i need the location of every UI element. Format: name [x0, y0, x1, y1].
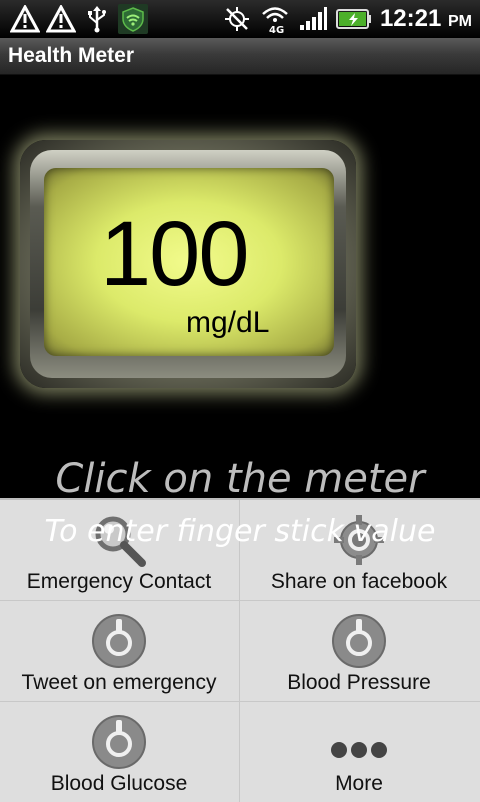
status-left	[10, 3, 148, 35]
menu-item-more[interactable]: More	[240, 702, 478, 801]
more-dots-icon	[331, 714, 387, 770]
status-bar: 4G 12:21 PM	[0, 0, 480, 38]
dial-icon	[91, 714, 147, 770]
meter-reading: 100	[100, 203, 250, 305]
menu-item-tweet-emergency[interactable]: Tweet on emergency	[0, 601, 238, 700]
wifi-4g-icon: 4G	[260, 5, 290, 34]
battery-charging-icon	[335, 5, 372, 33]
menu-item-blood-glucose[interactable]: Blood Glucose	[0, 702, 238, 801]
app-title: Health Meter	[8, 44, 135, 67]
menu-item-label: Blood Pressure	[287, 671, 431, 694]
signal-icon	[298, 5, 328, 33]
alert-icon	[46, 5, 76, 33]
dial-icon	[91, 613, 147, 669]
hint-enter-value: To enter finger stick value	[44, 514, 436, 549]
clock: 12:21 PM	[380, 5, 472, 33]
title-bar: Health Meter	[0, 38, 480, 75]
hint-click-meter: Click on the meter	[55, 456, 425, 502]
shield-wifi-icon	[118, 4, 148, 34]
dial-icon	[331, 613, 387, 669]
clock-time: 12:21	[379, 5, 442, 32]
clock-ampm: PM	[448, 13, 472, 30]
menu-item-label: Tweet on emergency	[21, 671, 217, 694]
status-right: 4G 12:21 PM	[222, 3, 472, 35]
alert-icon	[10, 5, 40, 33]
menu-item-label: More	[335, 772, 383, 795]
menu-item-label: Blood Glucose	[50, 772, 188, 795]
usb-icon	[82, 5, 112, 33]
meter-unit: mg/dL	[186, 306, 270, 339]
menu-item-label: Share on facebook	[270, 570, 448, 593]
network-type-label: 4G	[269, 25, 284, 34]
menu-item-blood-pressure[interactable]: Blood Pressure	[240, 601, 478, 700]
gps-off-icon	[222, 5, 252, 33]
menu-item-label: Emergency Contact	[26, 570, 212, 593]
